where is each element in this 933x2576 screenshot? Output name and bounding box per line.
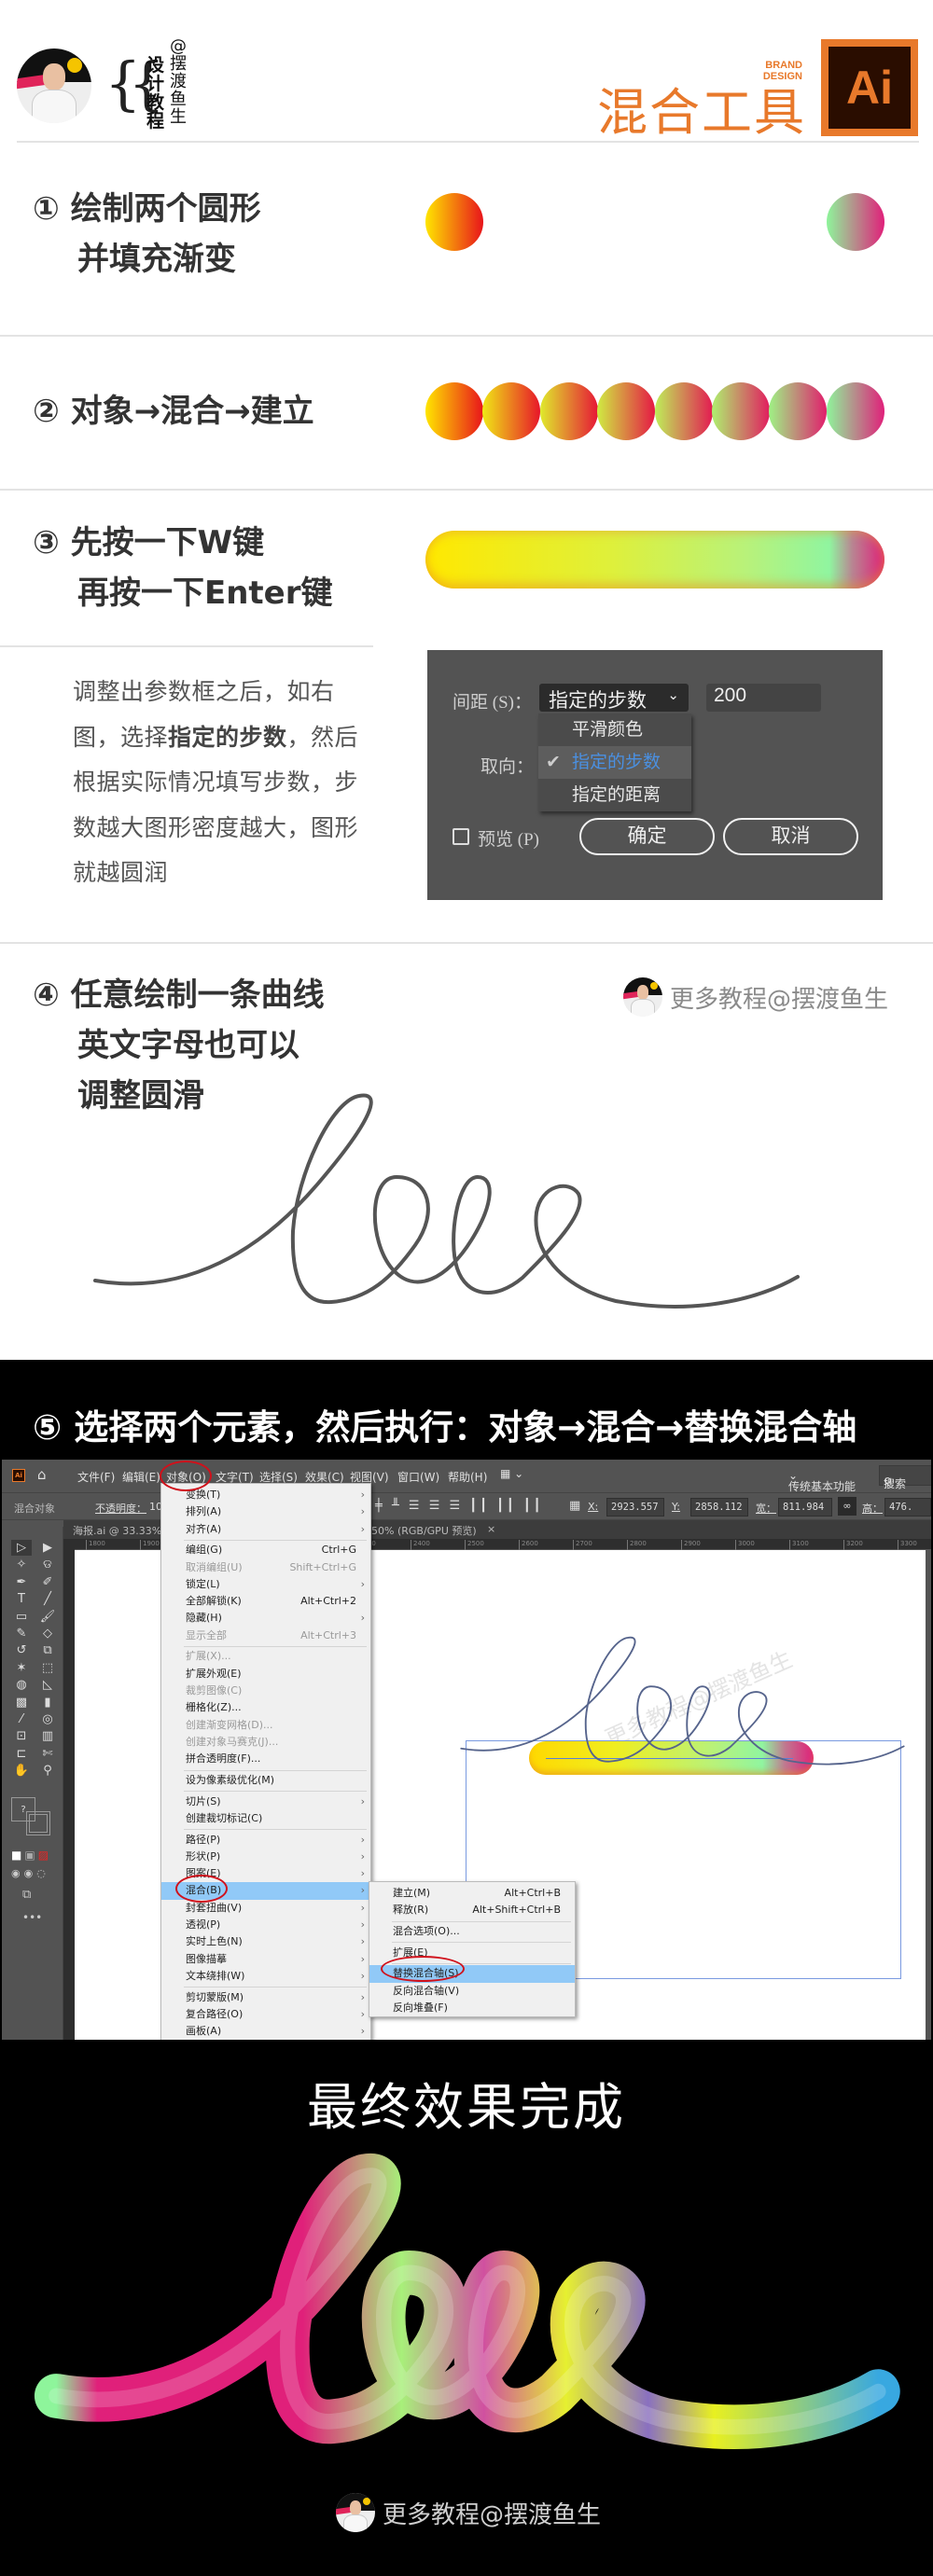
final-artwork-canvas — [34, 2153, 900, 2449]
final-watermark: 更多教程@摆渡鱼生 — [336, 2493, 601, 2532]
watermark-avatar — [336, 2493, 375, 2532]
